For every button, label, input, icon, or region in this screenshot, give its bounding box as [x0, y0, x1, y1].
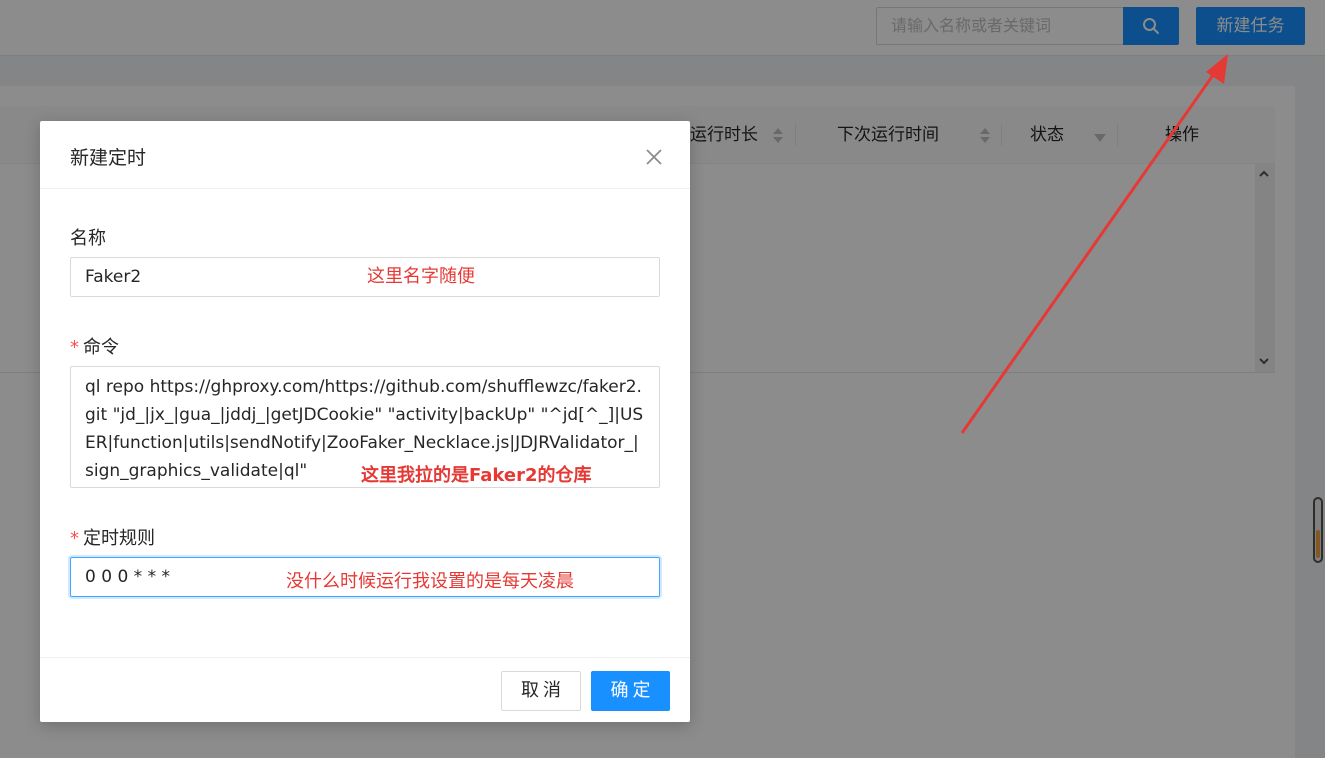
name-input[interactable]: Faker2	[70, 257, 660, 297]
command-label-text: 命令	[83, 337, 119, 358]
close-icon[interactable]	[644, 147, 664, 167]
cron-annotation: 没什么时候运行我设置的是每天凌晨	[286, 571, 574, 592]
command-label: * 命令	[70, 333, 119, 359]
modal-title: 新建定时	[70, 147, 147, 169]
cron-label-text: 定时规则	[83, 528, 155, 549]
ok-button[interactable]: 确定	[591, 671, 670, 711]
cron-label: * 定时规则	[70, 524, 155, 550]
name-label: 名称	[70, 228, 106, 249]
command-annotation: 这里我拉的是Faker2的仓库	[361, 465, 592, 486]
cancel-button[interactable]: 取消	[501, 671, 581, 711]
modal-footer: 取消 确定	[40, 657, 690, 722]
required-mark: *	[70, 337, 79, 358]
name-annotation: 这里名字随便	[367, 266, 475, 287]
modal-header: 新建定时	[40, 121, 690, 189]
required-mark: *	[70, 528, 79, 549]
new-cron-modal: 新建定时 名称 Faker2 * 命令 ql repo https://ghpro…	[40, 121, 690, 722]
